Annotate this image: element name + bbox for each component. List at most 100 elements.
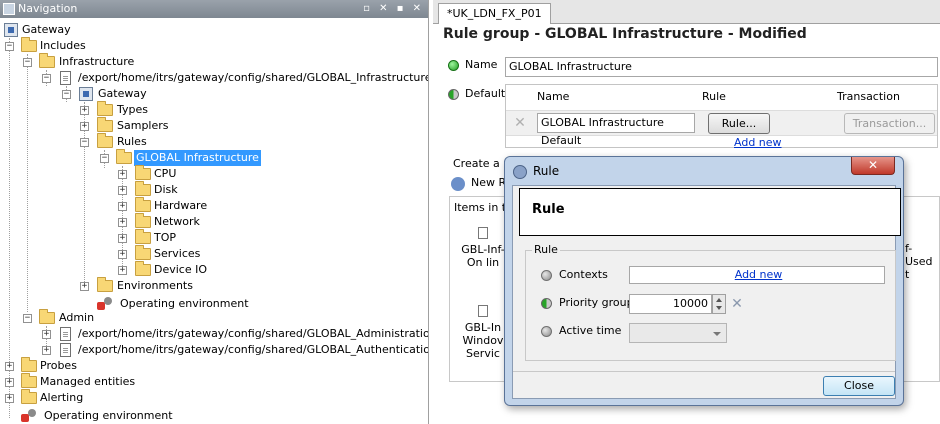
default-name-field[interactable]: GLOBAL Infrastructure Default <box>537 113 695 147</box>
close-button[interactable]: Close <box>823 376 895 396</box>
tree-node-administration-xml[interactable]: + /export/home/itrs/gateway/config/share… <box>0 326 428 342</box>
navigation-title: Navigation <box>18 2 78 15</box>
rule-item-gbl-inf-online[interactable]: GBL-Inf- On lin <box>458 227 508 269</box>
tree-node-infrastructure-xml[interactable]: − /export/home/itrs/gateway/config/share… <box>0 70 428 86</box>
clear-priority-icon[interactable]: ✕ <box>730 297 744 311</box>
expand-icon[interactable]: + <box>5 378 14 387</box>
tree-node-includes[interactable]: − Includes <box>0 37 120 54</box>
tab-uk-ldn-fx-p01[interactable]: *UK_LDN_FX_P01 <box>438 3 551 24</box>
gateway-icon <box>79 87 93 101</box>
status-inactive-icon <box>541 326 552 337</box>
active-time-label: Active time <box>559 324 622 337</box>
folder-icon <box>97 277 113 292</box>
status-ok-icon <box>448 60 459 71</box>
collapse-icon[interactable]: − <box>23 314 32 323</box>
table-row: ✕ GLOBAL Infrastructure Default Rule... … <box>506 110 937 147</box>
tree-node-infrastructure[interactable]: − Infrastructure <box>0 53 160 70</box>
expand-icon[interactable]: + <box>5 394 14 403</box>
expand-icon[interactable]: + <box>118 170 127 179</box>
dialog-app-icon <box>513 165 527 179</box>
tree-node-admin[interactable]: − Admin <box>0 309 120 326</box>
rule-item-gbl-inf-windows-services[interactable]: GBL-In Windov Servic <box>458 305 508 360</box>
expand-icon[interactable]: + <box>80 106 89 115</box>
contexts-field[interactable]: Add new <box>629 266 885 284</box>
dialog-close-icon[interactable]: ✕ <box>851 157 895 175</box>
tree-node-rules[interactable]: − Rules <box>0 133 160 150</box>
delete-icon[interactable]: ✕ <box>513 116 527 130</box>
rule-group-label: Rule <box>532 243 560 256</box>
folder-icon <box>135 165 151 180</box>
rule-dialog: Rule ✕ Rule Rule Contexts Add new Priori… <box>504 156 904 406</box>
tree-node-managed-entities[interactable]: + Managed entities <box>0 373 160 390</box>
tree-node-network[interactable]: + Network <box>0 213 220 230</box>
tree-node-samplers[interactable]: + Samplers <box>0 117 170 134</box>
collapse-icon[interactable]: − <box>80 138 89 147</box>
expand-icon[interactable]: + <box>118 186 127 195</box>
expand-icon[interactable]: + <box>118 250 127 259</box>
folder-icon <box>97 101 113 116</box>
tree-node-hardware[interactable]: + Hardware <box>0 197 220 214</box>
tree-node-device-io[interactable]: + Device IO <box>0 261 220 278</box>
panel-window-buttons[interactable]: ▫ ✕ ▪ ✕ <box>363 0 424 18</box>
dialog-header-title: Rule <box>532 202 565 217</box>
expand-icon[interactable]: + <box>118 202 127 211</box>
column-header-name: Name <box>537 90 570 103</box>
navigation-tree: Gateway − Includes − Infrastructure − /e… <box>0 20 428 424</box>
name-field[interactable]: GLOBAL Infrastructure <box>505 57 938 77</box>
collapse-icon[interactable]: − <box>62 90 71 99</box>
contexts-label: Contexts <box>559 268 608 281</box>
column-header-transaction: Transaction <box>837 90 900 103</box>
new-rule-icon <box>451 177 465 191</box>
tree-node-disk[interactable]: + Disk <box>0 181 200 198</box>
editor-tabbar: *UK_LDN_FX_P01 <box>433 0 940 24</box>
expand-icon[interactable]: + <box>118 234 127 243</box>
tree-node-probes[interactable]: + Probes <box>0 357 120 374</box>
rule-item-partial-right[interactable]: f- Used t <box>905 242 939 281</box>
folder-icon <box>135 245 151 260</box>
column-header-rule: Rule <box>702 90 726 103</box>
dialog-header: Rule <box>519 188 901 236</box>
folder-icon <box>21 373 37 388</box>
tree-node-root-operating-environment[interactable]: Operating environment <box>0 408 200 424</box>
transaction-button[interactable]: Transaction... <box>844 113 935 134</box>
collapse-icon[interactable]: − <box>5 42 14 51</box>
tree-node-global-infrastructure[interactable]: − GLOBAL Infrastructure <box>0 149 261 166</box>
collapse-icon[interactable]: − <box>42 74 51 83</box>
priority-group-input[interactable]: 10000 <box>629 294 712 314</box>
collapse-icon[interactable]: − <box>100 154 109 163</box>
dialog-body: Rule Rule Contexts Add new Priority grou… <box>512 185 901 399</box>
status-inactive-icon <box>541 270 552 281</box>
tree-node-alerting[interactable]: + Alerting <box>0 389 120 406</box>
folder-icon <box>21 389 37 404</box>
expand-icon[interactable]: + <box>80 122 89 131</box>
folder-icon <box>39 309 55 324</box>
tree-node-environments[interactable]: + Environments <box>0 277 200 294</box>
expand-icon[interactable]: + <box>42 330 51 339</box>
contexts-add-new-link[interactable]: Add new <box>735 268 783 281</box>
tree-node-authentication-xml[interactable]: + /export/home/itrs/gateway/config/share… <box>0 342 428 358</box>
create-section-label: Create a n <box>453 157 511 170</box>
expand-icon[interactable]: + <box>80 282 89 291</box>
folder-icon <box>135 261 151 276</box>
folder-icon <box>97 133 113 148</box>
rule-file-icon <box>478 305 488 317</box>
expand-icon[interactable]: + <box>42 346 51 355</box>
tree-node-include-gateway[interactable]: − Gateway <box>0 86 160 102</box>
expand-icon[interactable]: + <box>5 362 14 371</box>
tree-node-services[interactable]: + Services <box>0 245 220 262</box>
tree-node-cpu[interactable]: + CPU <box>0 165 200 182</box>
dialog-titlebar[interactable]: Rule ✕ <box>505 157 903 185</box>
folder-icon <box>135 181 151 196</box>
expand-icon[interactable]: + <box>118 266 127 275</box>
add-new-link[interactable]: Add new <box>734 136 782 149</box>
folder-icon <box>135 197 151 212</box>
default-table: Name Rule Transaction ✕ GLOBAL Infrastru… <box>505 84 938 149</box>
priority-stepper[interactable] <box>712 294 726 314</box>
active-time-select[interactable] <box>629 323 727 343</box>
tree-node-top[interactable]: + TOP <box>0 229 200 246</box>
tree-node-types[interactable]: + Types <box>0 101 160 118</box>
collapse-icon[interactable]: − <box>23 58 32 67</box>
expand-icon[interactable]: + <box>118 218 127 227</box>
rule-button[interactable]: Rule... <box>708 113 770 134</box>
tree-node-gateway[interactable]: Gateway <box>0 22 120 38</box>
